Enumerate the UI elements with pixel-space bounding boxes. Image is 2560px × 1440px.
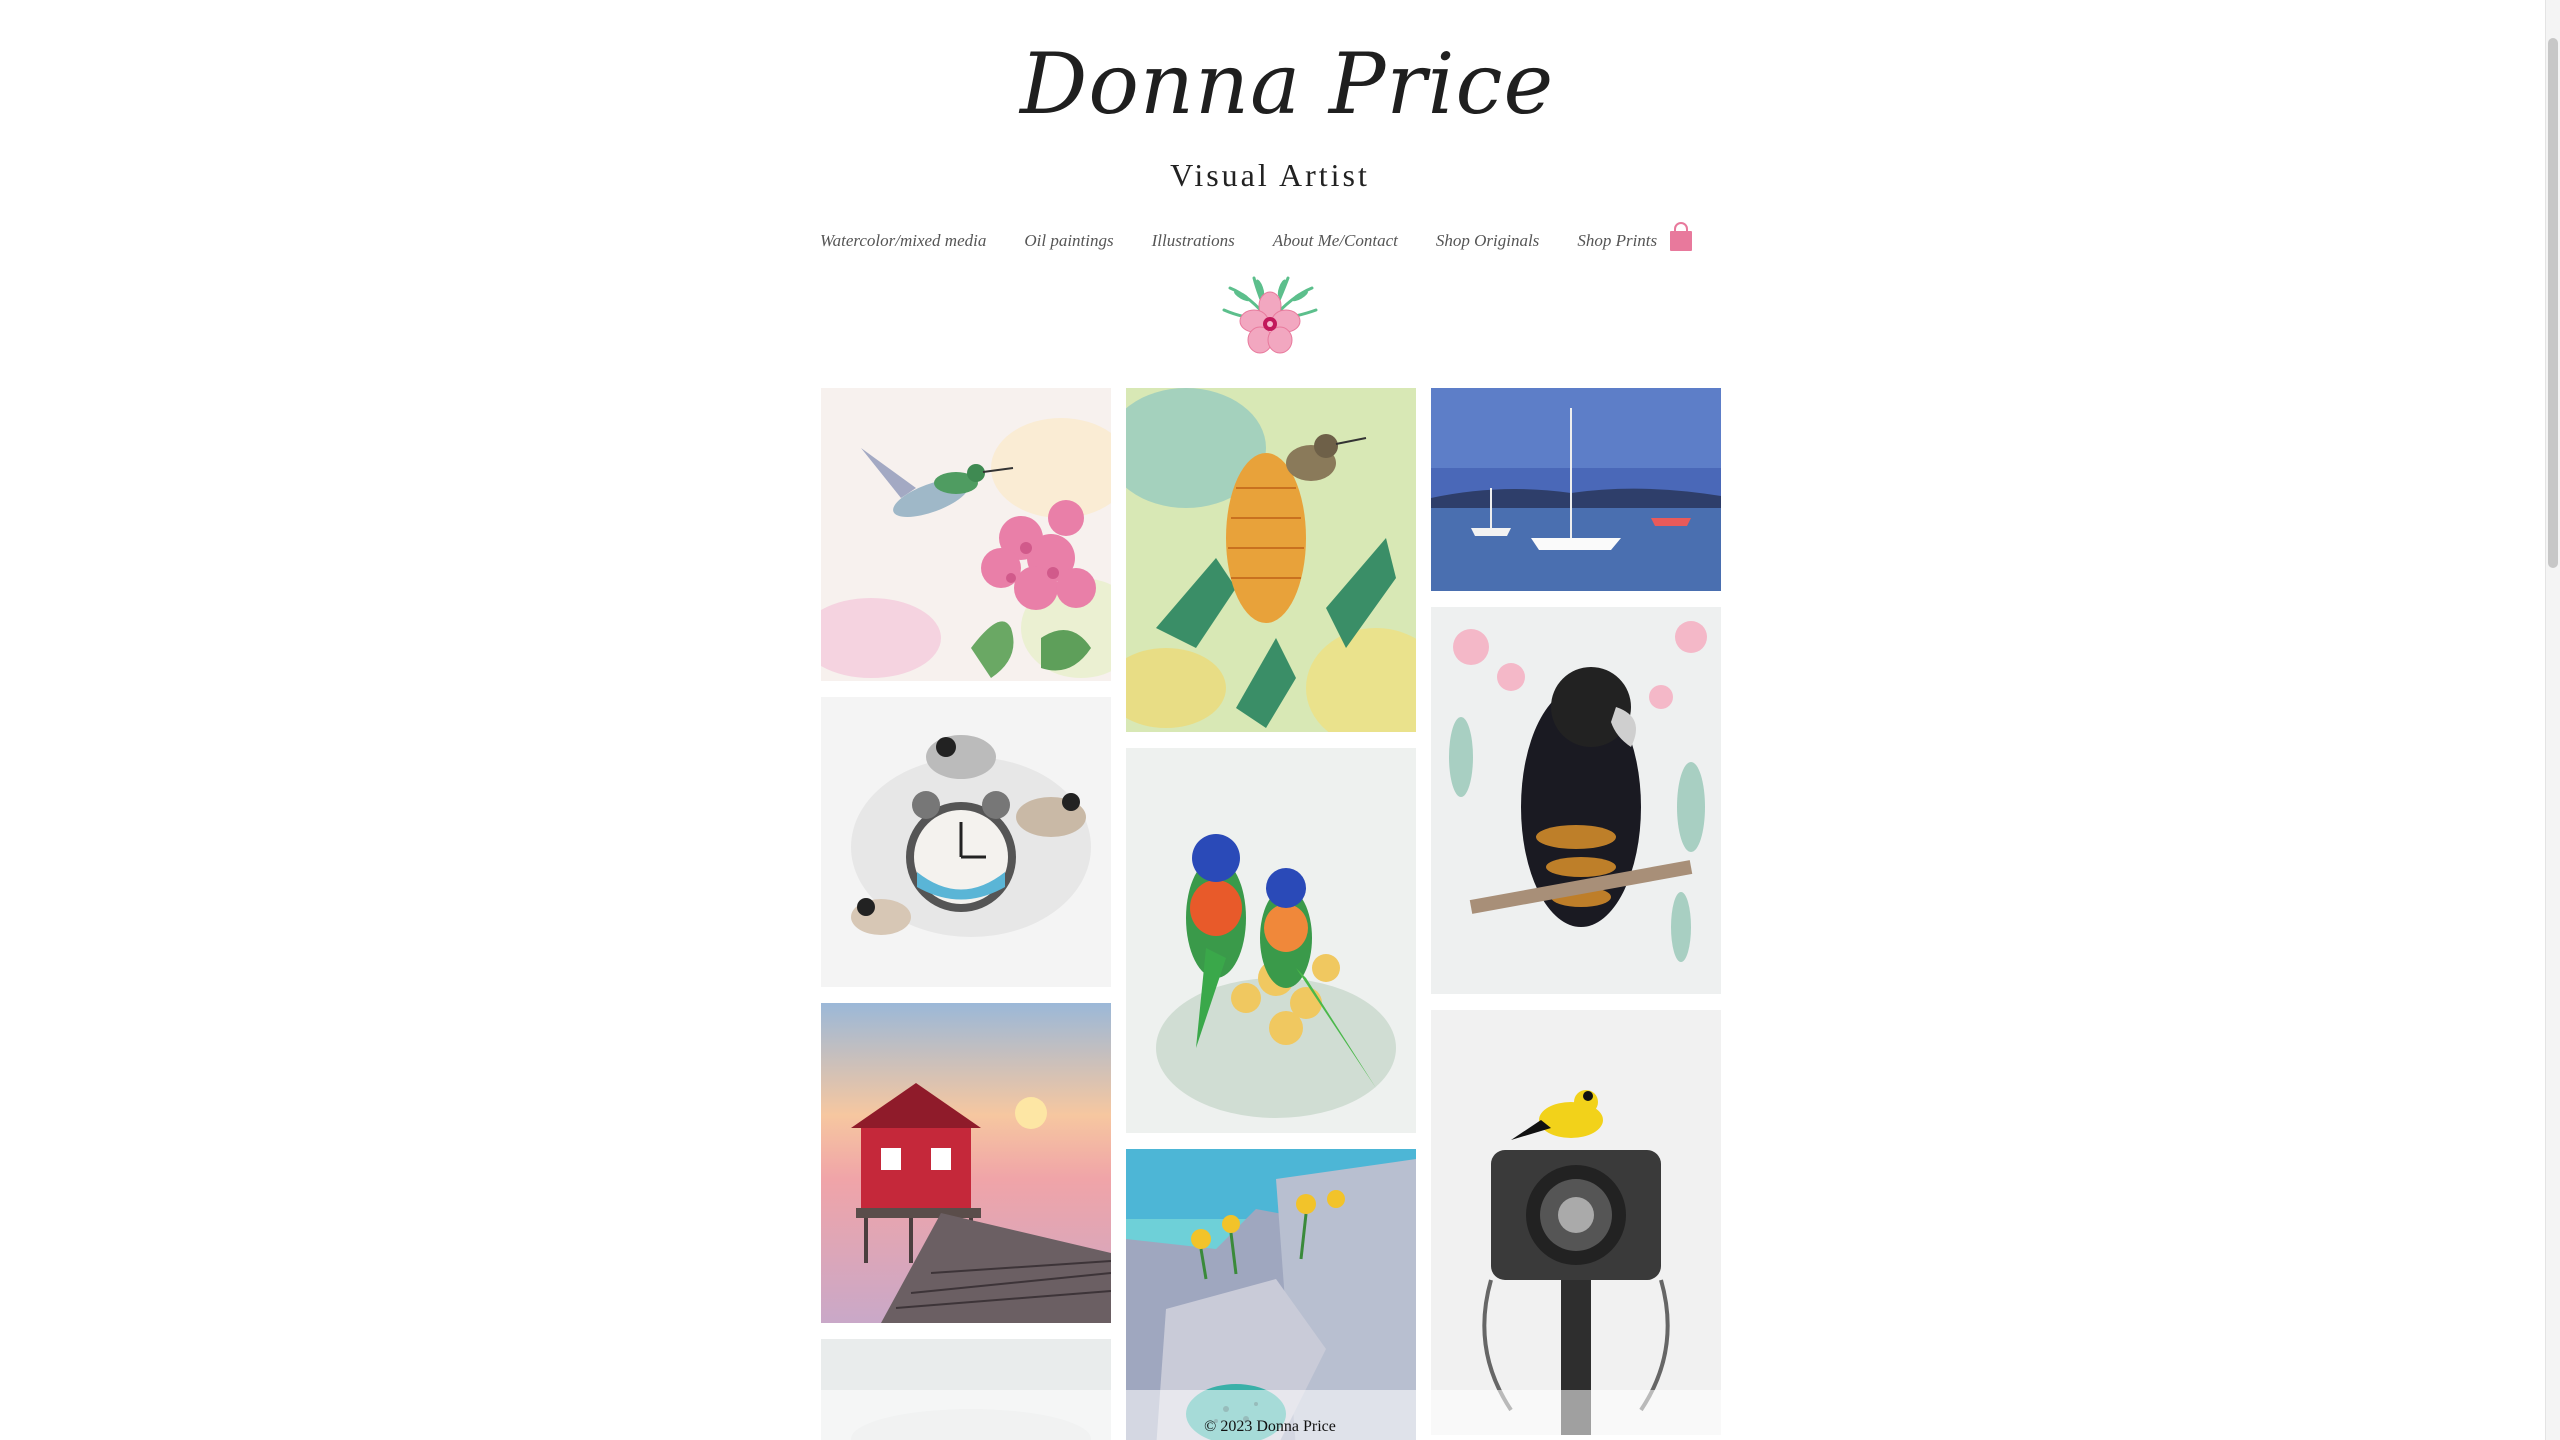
painting-sailboats[interactable]	[1431, 388, 1721, 591]
nav-oil-paintings[interactable]: Oil paintings	[1024, 231, 1113, 251]
footer-copyright: © 2023 Donna Price	[1204, 1418, 1336, 1435]
nav-about-me-contact[interactable]: About Me/Contact	[1273, 231, 1398, 251]
painting-gallery	[821, 388, 1721, 1440]
scrollbar-thumb[interactable]	[2548, 38, 2558, 568]
main-navigation: Watercolor/mixed media Oil paintings Ill…	[820, 226, 1657, 256]
nav-watercolor-mixed-media[interactable]: Watercolor/mixed media	[820, 231, 986, 251]
nav-illustrations[interactable]: Illustrations	[1152, 231, 1235, 251]
site-subtitle: Visual Artist	[1170, 157, 1370, 193]
painting-goldfinch-on-camera[interactable]	[1431, 1010, 1721, 1435]
nav-shop-originals[interactable]: Shop Originals	[1436, 231, 1539, 251]
painting-hummingbird[interactable]	[821, 388, 1111, 681]
painting-chickadees-clock[interactable]	[821, 697, 1111, 987]
site-title[interactable]: Donna Price	[1020, 42, 1553, 126]
scrollbar[interactable]	[2545, 0, 2560, 1440]
nav-shop-prints[interactable]: Shop Prints	[1577, 231, 1657, 251]
pink-flower-icon	[1220, 276, 1320, 361]
painting-black-cockatoo[interactable]	[1431, 607, 1721, 994]
painting-red-boathouse[interactable]	[821, 1003, 1111, 1323]
painting-bird-on-banksia[interactable]	[1126, 388, 1416, 732]
shopping-bag-icon[interactable]	[1668, 222, 1694, 252]
painting-rainbow-lorikeets[interactable]	[1126, 748, 1416, 1133]
page: Donna Price Visual Artist Watercolor/mix…	[0, 0, 2560, 1440]
